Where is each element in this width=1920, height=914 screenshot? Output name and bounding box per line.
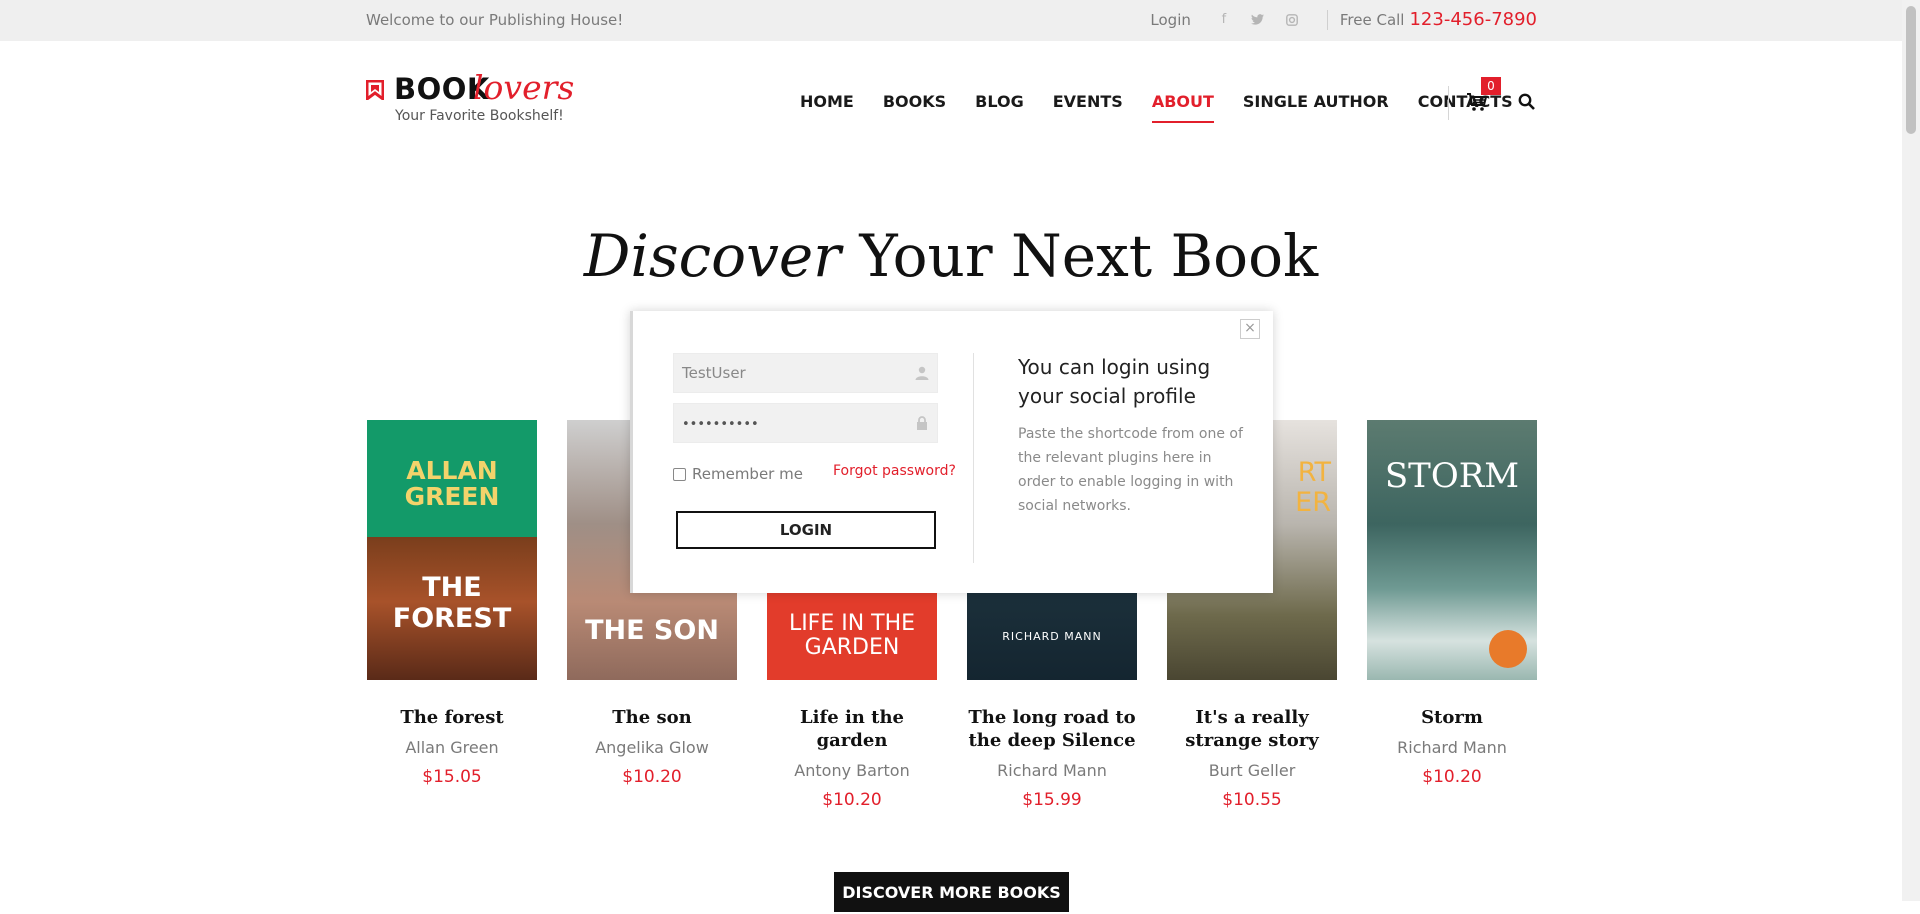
- book-cover[interactable]: STORM: [1367, 420, 1537, 680]
- topbar-right: Login f Free Call 123-456-7890: [1150, 9, 1537, 30]
- book-card[interactable]: STORM Storm Richard Mann $10.20: [1367, 420, 1537, 787]
- book-price: $10.20: [1422, 767, 1482, 787]
- lock-icon: [917, 416, 927, 430]
- logo-text-lovers: lovers: [473, 68, 575, 107]
- book-author: Richard Mann: [1397, 738, 1507, 757]
- hero-title-italic: Discover: [583, 222, 841, 290]
- book-title[interactable]: Storm: [1367, 706, 1537, 729]
- topbar-divider: [1326, 9, 1328, 30]
- remember-me-checkbox[interactable]: [673, 467, 686, 481]
- twitter-icon[interactable]: [1249, 11, 1267, 29]
- modal-divider: [973, 353, 974, 563]
- user-icon: [915, 366, 929, 380]
- username-value: TestUser: [682, 364, 746, 382]
- cart-icon[interactable]: [1466, 92, 1488, 112]
- password-field[interactable]: ••••••••••: [673, 403, 938, 443]
- nav-item-single-author[interactable]: SINGLE AUTHOR: [1243, 92, 1389, 111]
- search-icon[interactable]: [1518, 93, 1536, 111]
- nav-item-about[interactable]: ABOUT: [1151, 92, 1215, 123]
- nav-divider: [1448, 86, 1449, 120]
- nav-item-blog[interactable]: BLOG: [975, 92, 1024, 111]
- page-scrollbar[interactable]: [1902, 0, 1920, 901]
- password-value: ••••••••••: [682, 417, 759, 432]
- remember-me-label: Remember me: [692, 465, 803, 483]
- social-login-title: You can login using your social profile: [1018, 355, 1211, 408]
- login-modal: × TestUser •••••••••• Remember me Forgot…: [630, 311, 1273, 593]
- hero-title: Discover Your Next Book: [0, 222, 1902, 290]
- top-bar: Welcome to our Publishing House! Login f…: [0, 0, 1902, 41]
- login-link[interactable]: Login: [1150, 11, 1190, 29]
- book-price: $10.20: [622, 767, 682, 787]
- book-title[interactable]: The long road to the deep Silence: [967, 706, 1137, 752]
- nav-item-books[interactable]: BOOKS: [883, 92, 946, 111]
- book-author: Angelika Glow: [595, 738, 709, 757]
- forgot-password-link[interactable]: Forgot password?: [833, 463, 956, 479]
- cover-badge: [1489, 630, 1527, 668]
- remember-me[interactable]: Remember me: [673, 465, 803, 483]
- main-nav: HOME BOOKS BLOG EVENTS ABOUT SINGLE AUTH…: [800, 92, 1542, 123]
- facebook-icon[interactable]: f: [1215, 11, 1233, 29]
- book-title[interactable]: The son: [567, 706, 737, 729]
- nav-item-events[interactable]: EVENTS: [1053, 92, 1123, 111]
- logo-tagline: Your Favorite Bookshelf!: [395, 108, 564, 124]
- book-title[interactable]: Life in the garden: [767, 706, 937, 752]
- close-icon[interactable]: ×: [1240, 319, 1260, 339]
- login-button[interactable]: LOGIN: [676, 511, 936, 549]
- discover-more-books-button[interactable]: DISCOVER MORE BOOKS: [834, 872, 1069, 912]
- book-title[interactable]: It's a really strange story: [1167, 706, 1337, 752]
- book-card[interactable]: ALLAN GREEN THE FOREST The forest Allan G…: [367, 420, 537, 787]
- free-call-label: Free Call: [1339, 10, 1405, 29]
- book-author: Richard Mann: [997, 761, 1107, 780]
- book-price: $15.05: [422, 767, 482, 787]
- social-login-text: Paste the shortcode from one of the rele…: [1018, 426, 1243, 514]
- book-cover[interactable]: ALLAN GREEN THE FOREST: [367, 420, 537, 680]
- book-author: Antony Barton: [794, 761, 910, 780]
- book-price: $15.99: [1022, 790, 1082, 810]
- instagram-icon[interactable]: [1283, 11, 1301, 29]
- welcome-text: Welcome to our Publishing House!: [366, 11, 624, 29]
- scrollbar-thumb[interactable]: [1906, 6, 1916, 134]
- book-title[interactable]: The forest: [367, 706, 537, 729]
- cart-count-badge: 0: [1481, 77, 1501, 95]
- nav-item-home[interactable]: HOME: [800, 92, 854, 111]
- book-price: $10.55: [1222, 790, 1282, 810]
- phone-number[interactable]: 123-456-7890: [1409, 9, 1537, 30]
- bookmark-logo-icon: [366, 80, 384, 100]
- hero-title-rest: Your Next Book: [840, 222, 1319, 290]
- book-author: Burt Geller: [1208, 761, 1296, 780]
- username-field[interactable]: TestUser: [673, 353, 938, 393]
- book-price: $10.20: [822, 790, 882, 810]
- book-author: Allan Green: [405, 738, 499, 757]
